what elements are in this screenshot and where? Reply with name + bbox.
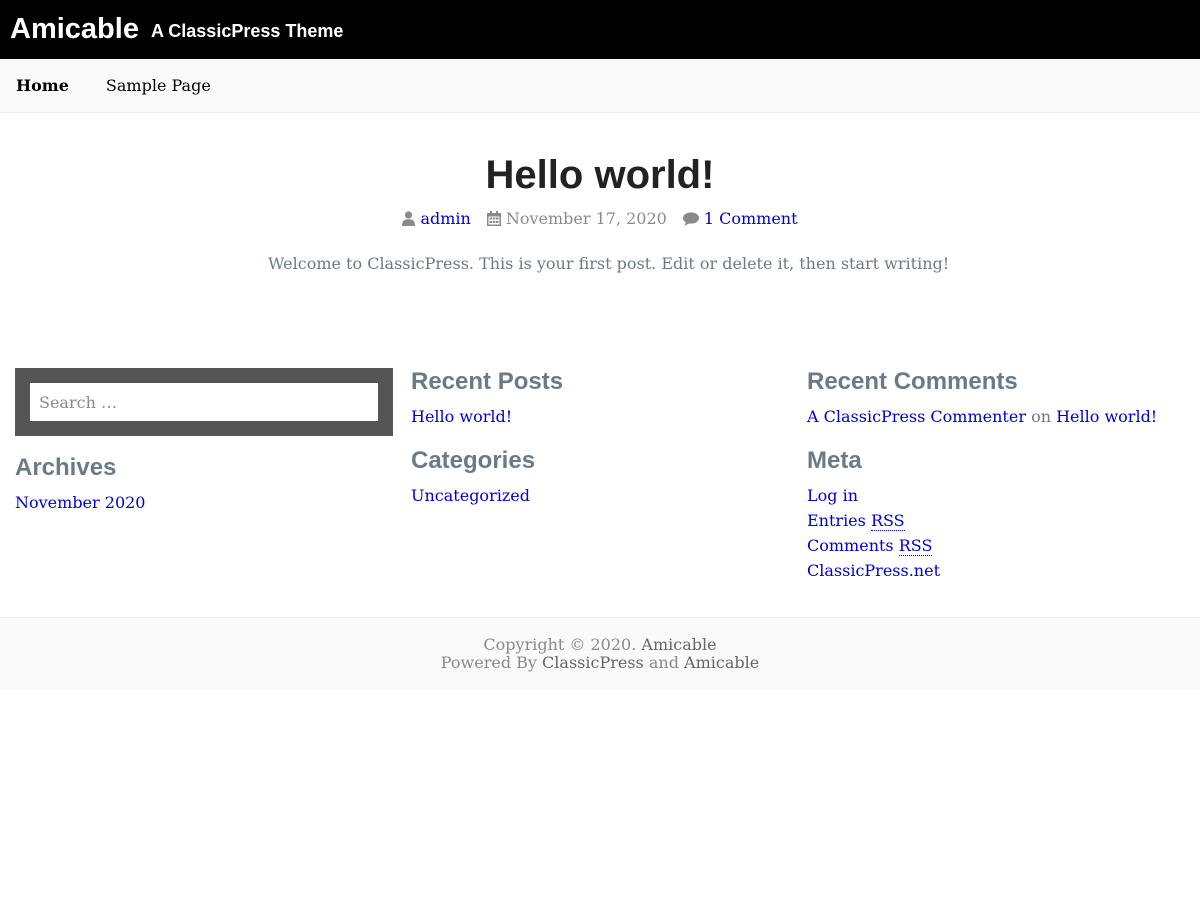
entries-text: Entries bbox=[807, 511, 866, 530]
comment-post-link[interactable]: Hello world! bbox=[1056, 407, 1157, 426]
list-item: Hello world! bbox=[411, 404, 789, 429]
copyright-line: Copyright © 2020. Amicable bbox=[0, 636, 1200, 654]
list-item: Uncategorized bbox=[411, 483, 789, 508]
category-link[interactable]: Uncategorized bbox=[411, 486, 530, 505]
search-widget bbox=[15, 368, 393, 436]
powered-by-text: Powered By bbox=[440, 653, 537, 672]
list-item: Entries RSS bbox=[807, 508, 1185, 533]
comment-on-text: on bbox=[1031, 407, 1051, 426]
categories-title: Categories bbox=[411, 447, 536, 474]
site-title[interactable]: Amicable bbox=[10, 15, 139, 44]
footer-classicpress-link[interactable]: ClassicPress bbox=[542, 653, 644, 672]
and-text: and bbox=[648, 653, 679, 672]
comment-author-link[interactable]: A ClassicPress Commenter bbox=[807, 407, 1026, 426]
widget-column-right: Recent Comments A ClassicPress Commenter… bbox=[807, 368, 1185, 601]
site-description: A ClassicPress Theme bbox=[150, 20, 344, 41]
list-item: Log in bbox=[807, 483, 1185, 508]
post-date: November 17, 2020 bbox=[486, 209, 667, 228]
recent-comments-widget: Recent Comments A ClassicPress Commenter… bbox=[807, 368, 1185, 429]
post-content: Welcome to ClassicPress. This is your fi… bbox=[268, 254, 950, 273]
archives-title: Archives bbox=[15, 454, 117, 481]
calendar-icon bbox=[486, 211, 501, 226]
comments-text: Comments bbox=[807, 536, 894, 555]
post-meta: admin November 17, 2020 1 Comment bbox=[0, 209, 1200, 228]
entries-rss-link[interactable]: Entries RSS bbox=[807, 511, 905, 531]
post: Hello world! admin November 17, 2020 1 C… bbox=[0, 113, 1200, 273]
list-item: A ClassicPress Commenter on Hello world! bbox=[807, 404, 1185, 429]
meta-title: Meta bbox=[807, 447, 862, 474]
main-navigation: Home Sample Page bbox=[0, 59, 1200, 113]
list-item: Comments RSS bbox=[807, 533, 1185, 558]
post-comments: 1 Comment bbox=[682, 209, 798, 228]
meta-widget: Meta Log in Entries RSS Comments RSS Cla… bbox=[807, 447, 1185, 583]
list-item: November 2020 bbox=[15, 490, 393, 515]
author-link[interactable]: admin bbox=[420, 209, 470, 228]
nav-item-sample-page[interactable]: Sample Page bbox=[106, 76, 211, 95]
copyright-text: Copyright © 2020. bbox=[483, 635, 637, 654]
post-title: Hello world! bbox=[485, 153, 715, 197]
footer-theme-link[interactable]: Amicable bbox=[684, 653, 759, 672]
recent-post-link[interactable]: Hello world! bbox=[411, 407, 512, 426]
list-item: ClassicPress.net bbox=[807, 558, 1185, 583]
search-input[interactable] bbox=[30, 383, 378, 421]
widget-area: Archives November 2020 Recent Posts Hell… bbox=[0, 368, 1200, 601]
site-header: Amicable A ClassicPress Theme bbox=[0, 0, 1200, 59]
login-link[interactable]: Log in bbox=[807, 486, 858, 505]
widget-column-left: Archives November 2020 bbox=[15, 368, 393, 601]
user-icon bbox=[402, 211, 416, 226]
comments-link[interactable]: 1 Comment bbox=[704, 209, 798, 228]
categories-widget: Categories Uncategorized bbox=[411, 447, 789, 508]
powered-by-line: Powered By ClassicPress and Amicable bbox=[0, 654, 1200, 672]
nav-item-home[interactable]: Home bbox=[16, 76, 69, 95]
recent-comments-title: Recent Comments bbox=[807, 368, 1018, 395]
comments-rss-link[interactable]: Comments RSS bbox=[807, 536, 933, 556]
comment-icon bbox=[682, 211, 699, 226]
archives-widget: Archives November 2020 bbox=[15, 454, 393, 515]
widget-column-middle: Recent Posts Hello world! Categories Unc… bbox=[411, 368, 789, 601]
date-text: November 17, 2020 bbox=[505, 209, 667, 228]
footer-site-link[interactable]: Amicable bbox=[641, 635, 716, 654]
rss-abbr: RSS bbox=[870, 511, 905, 531]
rss-abbr: RSS bbox=[898, 536, 933, 556]
recent-posts-widget: Recent Posts Hello world! bbox=[411, 368, 789, 429]
classicpress-link[interactable]: ClassicPress.net bbox=[807, 561, 940, 580]
recent-posts-title: Recent Posts bbox=[411, 368, 564, 395]
site-footer: Copyright © 2020. Amicable Powered By Cl… bbox=[0, 617, 1200, 690]
archive-link[interactable]: November 2020 bbox=[15, 493, 145, 512]
post-author: admin bbox=[402, 209, 471, 228]
